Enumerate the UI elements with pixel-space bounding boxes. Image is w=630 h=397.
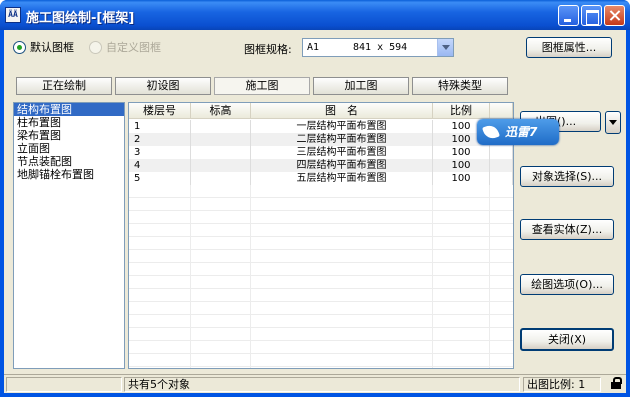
title-bar[interactable]: ÃÃ 施工图绘制-[框架] bbox=[0, 0, 630, 30]
status-empty-cell bbox=[6, 377, 122, 392]
category-list[interactable]: 结构布置图 柱布置图 梁布置图 立面图 节点装配图 地脚锚栓布置图 bbox=[13, 102, 125, 369]
grid-body: 1 一层结构平面布置图 100 2 二层结构平面布置图 100 3 三层结构平面… bbox=[129, 120, 513, 185]
list-item[interactable]: 节点装配图 bbox=[14, 155, 124, 168]
grid-header: 楼层号 标高 图 名 比例 bbox=[129, 103, 513, 119]
cell-scale: 100 bbox=[433, 159, 490, 172]
radio-checked-icon bbox=[13, 40, 26, 54]
cell-floor: 3 bbox=[129, 146, 191, 159]
col-floor[interactable]: 楼层号 bbox=[129, 103, 191, 118]
col-name[interactable]: 图 名 bbox=[251, 103, 433, 118]
view-entities-button[interactable]: 查看实体(Z)... bbox=[520, 219, 614, 240]
grid-empty-rows bbox=[129, 185, 513, 368]
thunder-bird-icon bbox=[482, 123, 500, 141]
cell-elevation bbox=[191, 172, 251, 185]
table-row[interactable]: 2 二层结构平面布置图 100 bbox=[129, 133, 513, 146]
frame-props-button[interactable]: 图框属性... bbox=[526, 37, 612, 58]
tab-construction[interactable]: 施工图 bbox=[214, 77, 310, 95]
drawing-grid[interactable]: 楼层号 标高 图 名 比例 1 一层结构平面布置图 100 2 二层结构平面布置… bbox=[128, 102, 514, 369]
draw-options-button[interactable]: 绘图选项(O)... bbox=[520, 274, 614, 295]
list-item[interactable]: 地脚锚栓布置图 bbox=[14, 168, 124, 181]
radio-unchecked-icon bbox=[89, 40, 102, 54]
tab-special[interactable]: 特殊类型 bbox=[412, 77, 508, 95]
cell-scale: 100 bbox=[433, 146, 490, 159]
col-elevation[interactable]: 标高 bbox=[191, 103, 251, 118]
cell-name: 三层结构平面布置图 bbox=[251, 146, 433, 159]
status-scale-label: 出图比例: bbox=[527, 378, 575, 391]
table-row[interactable]: 5 五层结构平面布置图 100 bbox=[129, 172, 513, 185]
app-icon: ÃÃ bbox=[5, 7, 21, 23]
tab-preliminary[interactable]: 初设图 bbox=[115, 77, 211, 95]
main-window: ÃÃ 施工图绘制-[框架] 默认图框 自定义图框 图框规格: A1 841 x … bbox=[0, 0, 630, 397]
cell-elevation bbox=[191, 133, 251, 146]
lock-icon[interactable] bbox=[611, 377, 622, 389]
maximize-button[interactable] bbox=[581, 5, 602, 26]
list-item[interactable]: 梁布置图 bbox=[14, 129, 124, 142]
frame-spec-label: 图框规格: bbox=[244, 43, 292, 56]
cell-floor: 5 bbox=[129, 172, 191, 185]
table-row[interactable]: 4 四层结构平面布置图 100 bbox=[129, 159, 513, 172]
cell-floor: 4 bbox=[129, 159, 191, 172]
badge-label: 迅雷7 bbox=[505, 125, 538, 139]
cell-scale: 100 bbox=[433, 172, 490, 185]
tab-drawing[interactable]: 正在绘制 bbox=[16, 77, 112, 95]
frame-spec-size: 841 x 594 bbox=[353, 42, 408, 53]
frame-spec-select[interactable]: A1 841 x 594 bbox=[302, 38, 454, 57]
col-scale[interactable]: 比例 bbox=[433, 103, 490, 118]
select-objects-button[interactable]: 对象选择(S)... bbox=[520, 166, 614, 187]
cell-floor: 1 bbox=[129, 120, 191, 133]
radio-default-frame[interactable]: 默认图框 bbox=[13, 40, 74, 54]
status-count: 共有5个对象 bbox=[124, 377, 520, 392]
minimize-button[interactable] bbox=[558, 5, 579, 26]
draw-partial-suffix: )... bbox=[561, 115, 577, 128]
cell-extra bbox=[490, 172, 513, 185]
list-item[interactable]: 柱布置图 bbox=[14, 116, 124, 129]
status-bar: 共有5个对象 出图比例: 1 bbox=[4, 374, 626, 393]
table-row[interactable]: 1 一层结构平面布置图 100 bbox=[129, 120, 513, 133]
col-extra bbox=[490, 103, 513, 118]
cell-elevation bbox=[191, 159, 251, 172]
status-scale-value: 1 bbox=[578, 378, 586, 391]
dialog-client: 默认图框 自定义图框 图框规格: A1 841 x 594 图框属性... 正在… bbox=[4, 30, 626, 393]
cell-name: 二层结构平面布置图 bbox=[251, 133, 433, 146]
cell-elevation bbox=[191, 146, 251, 159]
dropdown-arrow-button[interactable] bbox=[605, 111, 621, 134]
cell-extra bbox=[490, 159, 513, 172]
close-button[interactable]: 关闭(X) bbox=[520, 328, 614, 351]
close-window-button[interactable] bbox=[604, 5, 625, 26]
cell-name: 五层结构平面布置图 bbox=[251, 172, 433, 185]
window-title: 施工图绘制-[框架] bbox=[26, 11, 135, 26]
list-item[interactable]: 结构布置图 bbox=[14, 103, 124, 116]
radio-default-label: 默认图框 bbox=[30, 41, 74, 54]
status-scale: 出图比例: 1 bbox=[523, 377, 601, 392]
cell-elevation bbox=[191, 120, 251, 133]
cell-floor: 2 bbox=[129, 133, 191, 146]
list-item[interactable]: 立面图 bbox=[14, 142, 124, 155]
tab-fabrication[interactable]: 加工图 bbox=[313, 77, 409, 95]
thunder-badge[interactable]: 迅雷7 bbox=[477, 119, 559, 145]
cell-name: 四层结构平面布置图 bbox=[251, 159, 433, 172]
radio-custom-label: 自定义图框 bbox=[106, 41, 161, 54]
radio-custom-frame[interactable]: 自定义图框 bbox=[89, 40, 161, 54]
frame-spec-value: A1 bbox=[307, 42, 320, 53]
table-row[interactable]: 3 三层结构平面布置图 100 bbox=[129, 146, 513, 159]
chevron-down-icon[interactable] bbox=[437, 39, 453, 56]
cell-extra bbox=[490, 146, 513, 159]
cell-name: 一层结构平面布置图 bbox=[251, 120, 433, 133]
